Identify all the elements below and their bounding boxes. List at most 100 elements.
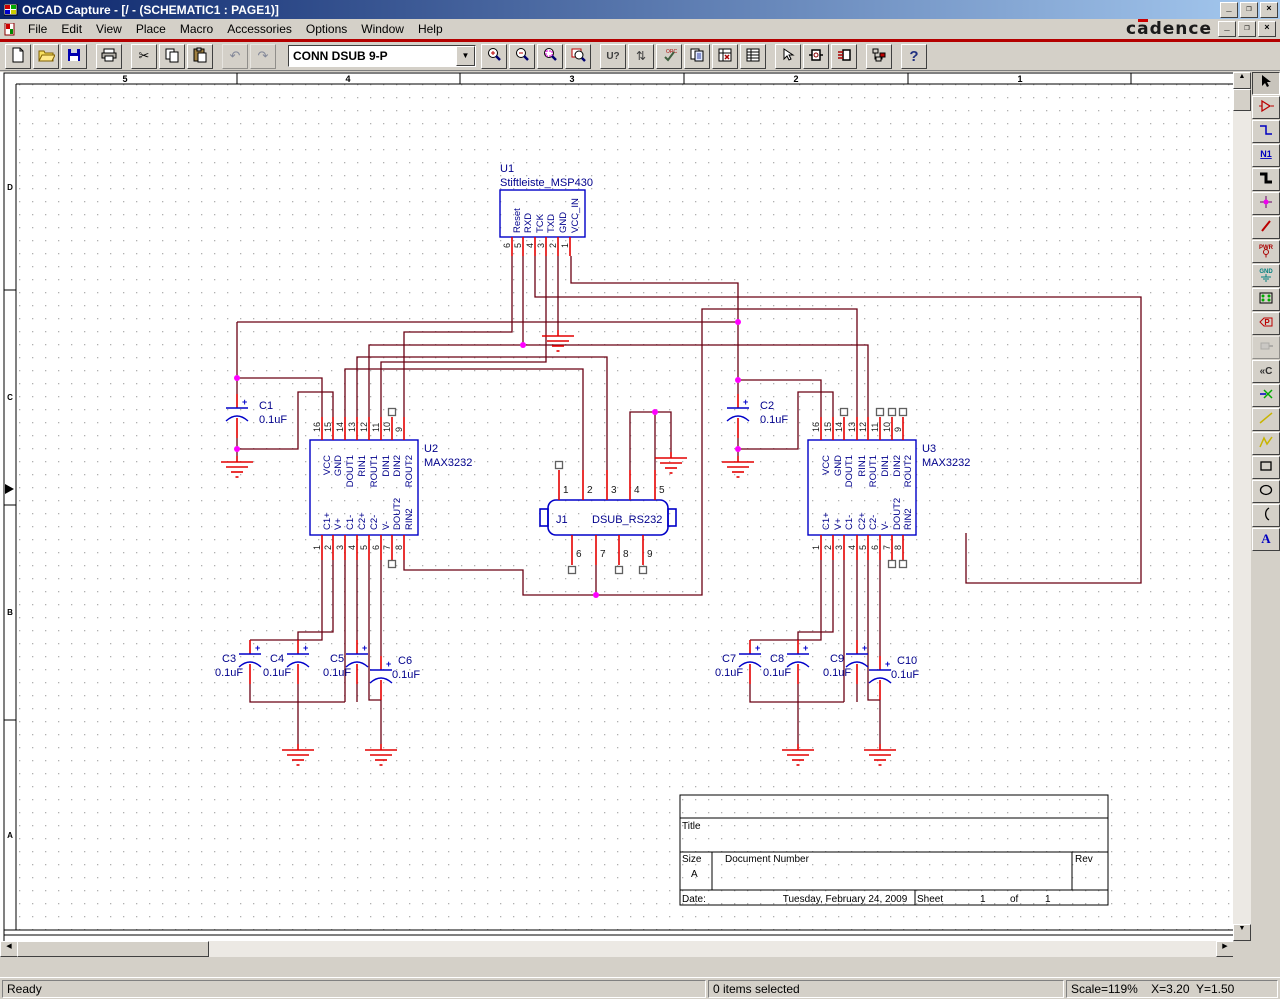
print-button[interactable]: [96, 44, 122, 69]
place-text-tool[interactable]: A: [1252, 528, 1280, 551]
help-button[interactable]: ?: [901, 44, 927, 69]
mdi-minimize-button[interactable]: _: [1218, 21, 1236, 37]
zoom-out-button[interactable]: [509, 44, 535, 69]
no-connect-marker[interactable]: [640, 567, 647, 574]
menu-view[interactable]: View: [89, 20, 129, 38]
place-arc-tool[interactable]: [1252, 504, 1280, 527]
part-value[interactable]: 0.1uF: [392, 669, 420, 681]
ref-des[interactable]: U3: [922, 443, 936, 455]
place-wire-tool[interactable]: [1252, 120, 1280, 143]
no-connect-marker[interactable]: [556, 462, 563, 469]
ref-des[interactable]: U1: [500, 163, 514, 175]
cross-reference-button[interactable]: [712, 44, 738, 69]
part-value[interactable]: 0.1uF: [263, 667, 291, 679]
vertical-scroll-thumb[interactable]: [1233, 89, 1251, 111]
place-net-alias-tool[interactable]: N1: [1252, 144, 1280, 167]
place-pin-tool[interactable]: [1252, 336, 1280, 359]
part-combobox[interactable]: CONN DSUB 9-P ▼: [288, 45, 476, 67]
bill-of-materials-button[interactable]: [740, 44, 766, 69]
no-connect-marker[interactable]: [900, 409, 907, 416]
place-polyline-tool[interactable]: [1252, 432, 1280, 455]
part-value[interactable]: 0.1uF: [763, 667, 791, 679]
mdi-restore-button[interactable]: ❐: [1238, 21, 1256, 37]
ref-des[interactable]: C6: [398, 655, 412, 667]
part-value[interactable]: 0.1uF: [715, 667, 743, 679]
place-bus-entry-tool[interactable]: [1252, 216, 1280, 239]
document-icon[interactable]: [4, 23, 17, 36]
no-connect-marker[interactable]: [877, 409, 884, 416]
place-rectangle-tool[interactable]: [1252, 456, 1280, 479]
save-document-button[interactable]: [61, 44, 87, 69]
close-button[interactable]: ×: [1260, 2, 1278, 18]
snap-to-grid-button[interactable]: [775, 44, 801, 69]
create-netlist-button[interactable]: [684, 44, 710, 69]
part-value[interactable]: 0.1uF: [760, 414, 788, 426]
horizontal-scroll-thumb[interactable]: [17, 941, 209, 957]
ref-des[interactable]: C3: [222, 653, 236, 665]
part-value[interactable]: 0.1uF: [323, 667, 351, 679]
ref-des[interactable]: U2: [424, 443, 438, 455]
new-document-button[interactable]: [5, 44, 31, 69]
menu-macro[interactable]: Macro: [173, 20, 220, 38]
part-value[interactable]: 0.1uF: [823, 667, 851, 679]
place-bus-tool[interactable]: [1252, 168, 1280, 191]
design-rules-check-button[interactable]: ORC: [656, 44, 682, 69]
paste-button[interactable]: [187, 44, 213, 69]
scroll-right-button[interactable]: ▶: [1216, 941, 1234, 957]
no-connect-marker[interactable]: [889, 561, 896, 568]
horizontal-scrollbar[interactable]: ◀ ▶: [0, 941, 1233, 957]
part-value[interactable]: MAX3232: [424, 457, 472, 469]
ref-des[interactable]: C5: [330, 653, 344, 665]
menu-file[interactable]: File: [21, 20, 54, 38]
ref-des[interactable]: C1: [259, 400, 273, 412]
place-power-tool[interactable]: PWR: [1252, 240, 1280, 263]
place-junction-tool[interactable]: [1252, 192, 1280, 215]
part-value[interactable]: 0.1uF: [215, 667, 243, 679]
part-value[interactable]: MAX3232: [922, 457, 970, 469]
undo-button[interactable]: ↶: [222, 44, 248, 69]
place-hierarchical-block-tool[interactable]: [1252, 288, 1280, 311]
title-block[interactable]: TitleSizeADocument NumberRevDate:Tuesday…: [680, 795, 1108, 905]
no-connect-marker[interactable]: [389, 561, 396, 568]
place-ground-tool[interactable]: GND: [1252, 264, 1280, 287]
scroll-left-button[interactable]: ◀: [0, 941, 18, 957]
no-connect-marker[interactable]: [889, 409, 896, 416]
cut-button[interactable]: ✂: [131, 44, 157, 69]
no-connect-marker[interactable]: [841, 409, 848, 416]
ref-des[interactable]: C4: [270, 653, 284, 665]
menu-options[interactable]: Options: [299, 20, 354, 38]
schematic-canvas[interactable]: 54321DCBAU1Stiftleiste_MSP4306Reset5RXD4…: [0, 72, 1233, 941]
place-off-page-connector-tool[interactable]: «C: [1252, 360, 1280, 383]
menu-accessories[interactable]: Accessories: [220, 20, 299, 38]
hierarchy-button[interactable]: [866, 44, 892, 69]
menu-edit[interactable]: Edit: [54, 20, 89, 38]
combobox-dropdown-icon[interactable]: ▼: [456, 46, 475, 66]
place-part-tool[interactable]: [1252, 96, 1280, 119]
menu-window[interactable]: Window: [354, 20, 411, 38]
copy-button[interactable]: [159, 44, 185, 69]
annotate-button[interactable]: U?: [600, 44, 626, 69]
ref-des[interactable]: C7: [722, 653, 736, 665]
no-connect-marker[interactable]: [389, 409, 396, 416]
part-value[interactable]: 0.1uF: [259, 414, 287, 426]
place-no-connect-tool[interactable]: [1252, 384, 1280, 407]
place-ellipse-tool[interactable]: [1252, 480, 1280, 503]
no-connect-marker[interactable]: [616, 567, 623, 574]
zoom-area-button[interactable]: [537, 44, 563, 69]
part-value[interactable]: 0.1uF: [891, 669, 919, 681]
menu-place[interactable]: Place: [129, 20, 173, 38]
ref-des[interactable]: J1: [556, 514, 568, 526]
scroll-up-button[interactable]: ▲: [1233, 72, 1251, 89]
mdi-close-button[interactable]: ×: [1258, 21, 1276, 37]
ref-des[interactable]: C8: [770, 653, 784, 665]
place-port-tool[interactable]: P: [1252, 312, 1280, 335]
ref-des[interactable]: C10: [897, 655, 917, 667]
menu-help[interactable]: Help: [411, 20, 450, 38]
minimize-button[interactable]: _: [1220, 2, 1238, 18]
zoom-in-button[interactable]: [481, 44, 507, 69]
restore-button[interactable]: ❐: [1240, 2, 1258, 18]
part-value[interactable]: Stiftleiste_MSP430: [500, 177, 593, 189]
scroll-down-button[interactable]: ▼: [1233, 924, 1251, 941]
ref-des[interactable]: C2: [760, 400, 774, 412]
redo-button[interactable]: ↷: [250, 44, 276, 69]
